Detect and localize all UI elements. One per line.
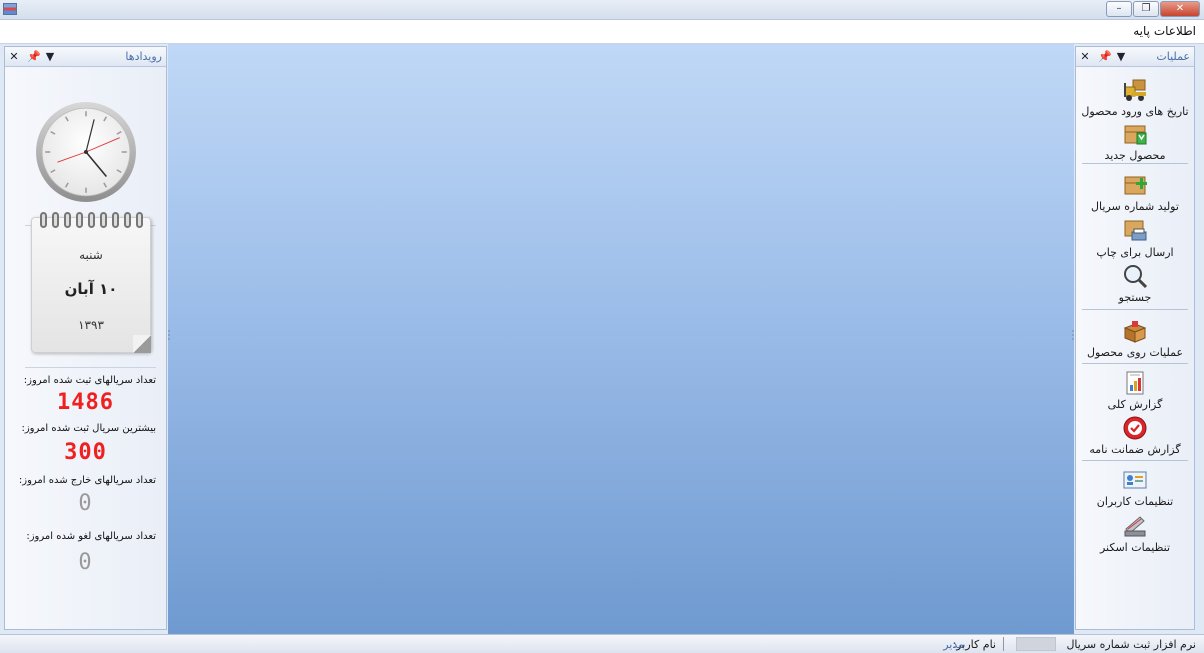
action-label: تنظیمات اسکنر — [1099, 541, 1171, 554]
operations-panel-body: تاریخ های ورود محصول محصول جدید تولید شم… — [1076, 67, 1194, 629]
title-bar: – ❐ ✕ — [0, 0, 1204, 20]
stat-label-cancelled: تعداد سریالهای لغو شده امروز: — [26, 531, 156, 542]
events-panel-body: شنبه ۱۰ آبان ۱۳۹۳ تعداد سریالهای ثبت شده… — [5, 67, 166, 629]
box-add-icon — [1124, 176, 1147, 195]
open-box-icon — [1123, 321, 1147, 343]
action-search[interactable]: جستجو — [1076, 263, 1194, 304]
magnifier-icon — [1124, 265, 1148, 289]
calendar-year: ۱۳۹۳ — [78, 318, 104, 332]
divider — [1082, 163, 1188, 164]
action-label: ارسال برای چاپ — [1096, 246, 1174, 259]
action-general-report[interactable]: گزارش کلی — [1076, 370, 1194, 411]
operations-panel-title: عملیات — [1156, 50, 1190, 63]
stat-label-exited: تعداد سریالهای خارج شده امروز: — [18, 475, 156, 486]
calendar-widget: شنبه ۱۰ آبان ۱۳۹۳ — [31, 212, 151, 353]
status-blank-field — [1016, 637, 1056, 651]
calendar-rings-icon — [40, 212, 143, 228]
pin-icon[interactable]: 📌 — [1098, 50, 1112, 63]
status-bar: نرم افزار ثبت شماره سریال نام کاربر: مدی… — [0, 634, 1204, 653]
pin-icon[interactable]: 📌 — [27, 50, 41, 63]
menu-base-info[interactable]: اطلاعات پایه — [1133, 24, 1196, 38]
new-box-icon — [1124, 125, 1147, 145]
divider — [1082, 460, 1188, 461]
maximize-button[interactable]: ❐ — [1133, 1, 1159, 17]
events-panel-header: ✕ 📌 ▼ رویدادها — [5, 47, 166, 67]
action-generate-serial[interactable]: تولید شماره سریال — [1076, 172, 1194, 213]
stat-value-registered: 1486 — [57, 390, 114, 415]
chevron-down-icon[interactable]: ▼ — [45, 50, 55, 63]
action-new-product[interactable]: محصول جدید — [1076, 121, 1194, 162]
operations-panel-header: ✕ 📌 ▼ عملیات — [1076, 47, 1194, 67]
calendar-date: ۱۰ آبان — [64, 280, 118, 298]
action-label: گزارش کلی — [1107, 398, 1163, 411]
divider — [1082, 363, 1188, 364]
action-send-to-print[interactable]: ارسال برای چاپ — [1076, 218, 1194, 259]
app-icon — [3, 3, 17, 15]
stat-value-max: 300 — [64, 440, 107, 465]
action-label: گزارش ضمانت نامه — [1089, 443, 1181, 456]
close-button[interactable]: ✕ — [1160, 1, 1200, 17]
status-app-name: نرم افزار ثبت شماره سریال — [1066, 638, 1196, 651]
action-label: تاریخ های ورود محصول — [1081, 105, 1189, 118]
action-label: تنظیمات کاربران — [1096, 495, 1174, 508]
action-product-entry-dates[interactable]: تاریخ های ورود محصول — [1076, 77, 1194, 118]
stat-value-exited: 0 — [78, 491, 93, 516]
left-splitter[interactable] — [168, 330, 170, 342]
report-chart-icon — [1126, 371, 1144, 395]
stat-label-registered: تعداد سریالهای ثبت شده امروز: — [23, 375, 156, 386]
divider — [1082, 309, 1188, 310]
action-label: جستجو — [1118, 291, 1152, 304]
window-controls: – ❐ ✕ — [1106, 1, 1200, 17]
operations-panel: ✕ 📌 ▼ عملیات تاریخ های ورود محصول محصول … — [1075, 46, 1195, 630]
minimize-button[interactable]: – — [1106, 1, 1132, 17]
status-separator — [1003, 637, 1004, 651]
events-panel: ✕ 📌 ▼ رویدادها شنبه ۱۰ آبان ۱۳۹۳ تعداد س… — [4, 46, 167, 630]
action-user-settings[interactable]: تنظیمات کاربران — [1076, 467, 1194, 508]
analog-clock — [36, 102, 136, 202]
close-icon[interactable]: ✕ — [1080, 50, 1090, 63]
action-label: عملیات روی محصول — [1086, 346, 1184, 359]
chevron-down-icon[interactable]: ▼ — [1116, 50, 1126, 63]
right-splitter[interactable] — [1072, 330, 1074, 342]
user-card-icon — [1123, 471, 1147, 489]
status-username-value: مدیر — [943, 638, 964, 651]
printer-box-icon — [1124, 220, 1147, 241]
scanner-icon — [1124, 516, 1146, 537]
forklift-icon — [1124, 79, 1146, 101]
warranty-seal-icon — [1123, 416, 1147, 440]
action-product-operations[interactable]: عملیات روی محصول — [1076, 318, 1194, 359]
action-label: محصول جدید — [1104, 149, 1166, 162]
action-label: تولید شماره سریال — [1091, 200, 1179, 213]
calendar-weekday: شنبه — [79, 248, 103, 262]
divider — [25, 367, 156, 368]
menu-bar: اطلاعات پایه — [0, 20, 1204, 44]
stat-value-cancelled: 0 — [78, 550, 93, 575]
events-panel-title: رویدادها — [125, 50, 162, 63]
mdi-workspace — [168, 44, 1074, 634]
page-curl-icon — [133, 335, 151, 353]
action-warranty-report[interactable]: گزارش ضمانت نامه — [1076, 415, 1194, 456]
close-icon[interactable]: ✕ — [9, 50, 19, 63]
stat-label-max: بیشترین سریال ثبت شده امروز: — [21, 423, 156, 434]
action-scanner-settings[interactable]: تنظیمات اسکنر — [1076, 513, 1194, 554]
